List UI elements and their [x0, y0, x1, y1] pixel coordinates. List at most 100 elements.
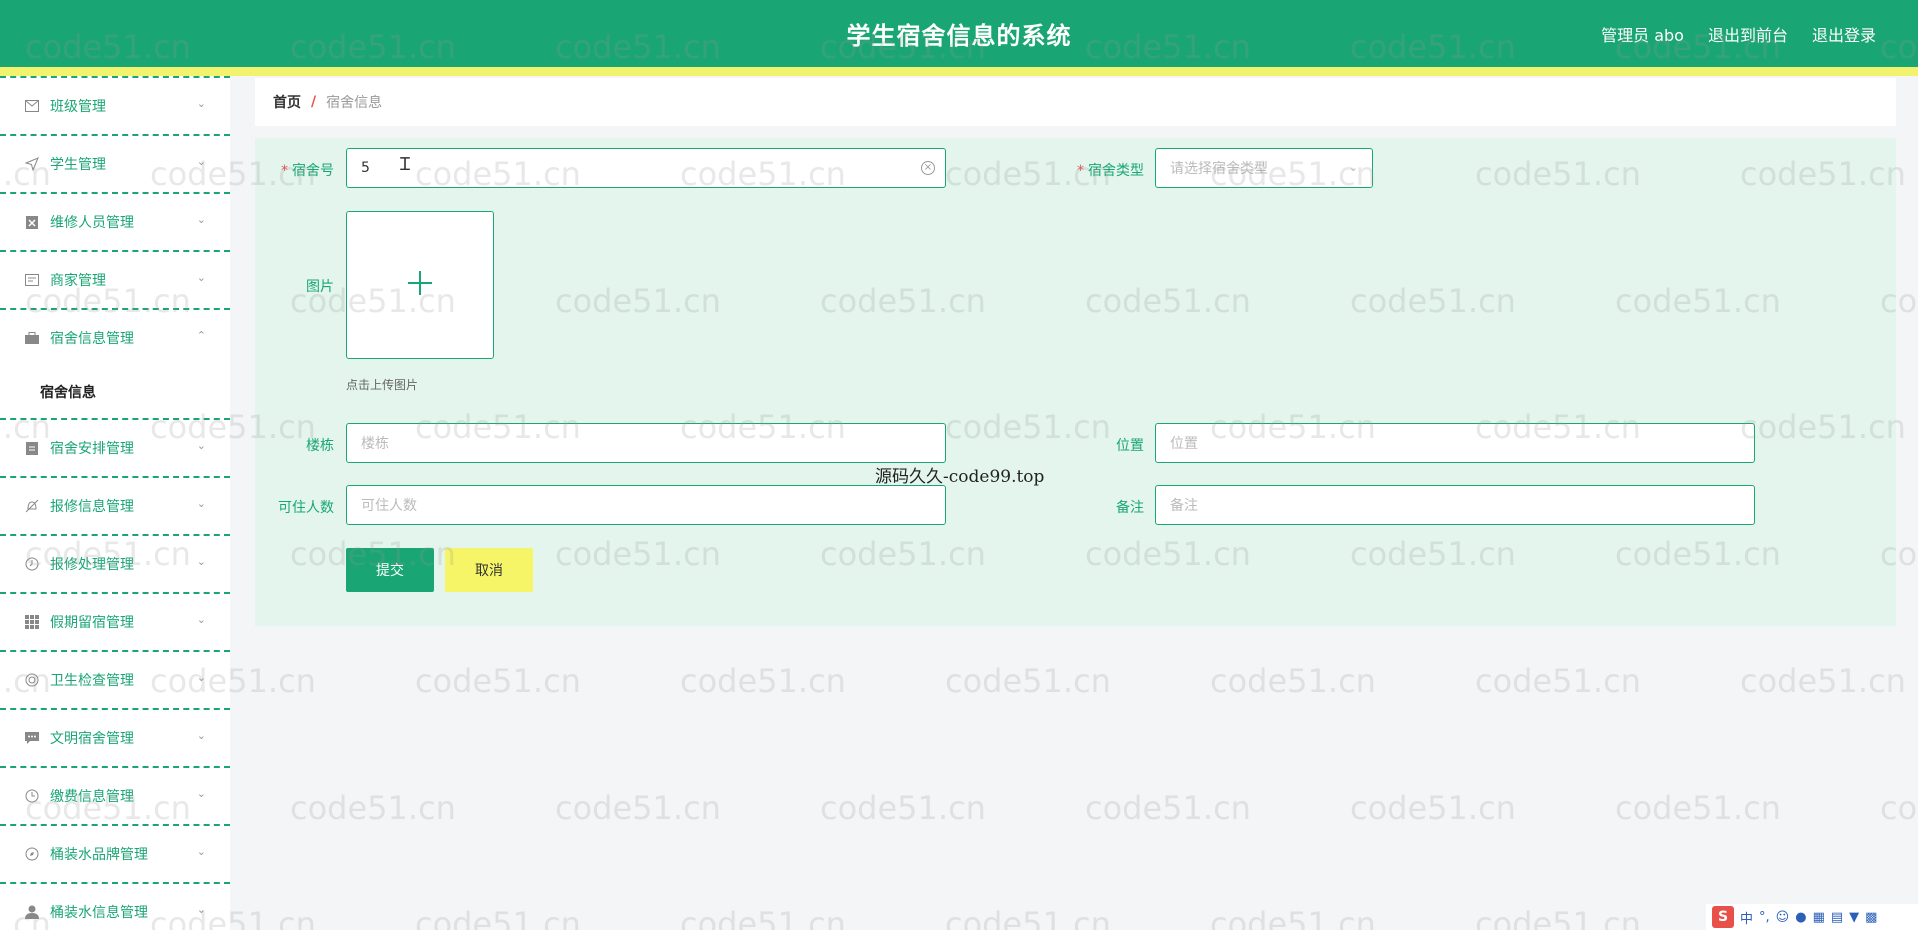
sidebar-item-repair-info[interactable]: 报修信息管理 ⌄	[0, 476, 230, 534]
submit-button[interactable]: 提交	[346, 548, 434, 592]
grid-icon	[24, 614, 40, 630]
chevron-down-icon: ⌄	[196, 555, 206, 568]
ime-tools-icon[interactable]: ▤	[1831, 910, 1843, 925]
sidebar-item-label: 卫生检查管理	[50, 673, 134, 689]
sidebar-item-dorm-arrange[interactable]: 宿舍安排管理 ⌄	[0, 418, 230, 476]
time-icon	[24, 788, 40, 804]
plus-icon	[407, 270, 433, 300]
chevron-down-icon: ⌄	[196, 787, 206, 800]
overlay-site-text: 源码久久-code99.top	[875, 467, 1045, 487]
chevron-down-icon: ⌄	[196, 845, 206, 858]
sidebar-item-student[interactable]: 学生管理 ⌄	[0, 134, 230, 192]
ime-skin-icon[interactable]: ▼	[1849, 910, 1859, 925]
building-label: 楼栋	[306, 438, 334, 454]
image-label: 图片	[306, 279, 334, 295]
room-no-value: 5	[361, 160, 370, 176]
watermark-text: code51.cn	[555, 789, 721, 827]
sidebar-item-label: 学生管理	[50, 157, 106, 173]
watermark-text: code51.cn	[1350, 789, 1516, 827]
briefcase-icon	[24, 330, 40, 346]
ime-punct-icon[interactable]: °,	[1759, 910, 1770, 925]
clear-icon[interactable]: ×	[921, 161, 935, 175]
building-input[interactable]: 楼栋	[346, 423, 946, 463]
ime-toolbar[interactable]: S 中 °, ☺ ● ▦ ▤ ▼ ▩	[1706, 904, 1918, 930]
watermark-text: code51.cn	[820, 789, 986, 827]
watermark-text: code51.cn	[290, 789, 456, 827]
room-type-placeholder: 请选择宿舍类型	[1170, 161, 1268, 177]
logout-link[interactable]: 退出登录	[1812, 22, 1876, 46]
sidebar-item-label: 班级管理	[50, 99, 106, 115]
header-stripe	[0, 67, 1918, 76]
chevron-down-icon: ⌄	[196, 271, 206, 284]
sidebar-item-holiday-stay[interactable]: 假期留宿管理 ⌄	[0, 592, 230, 650]
location-input[interactable]: 位置	[1155, 423, 1755, 463]
watermark-text: code51.cn	[415, 905, 581, 930]
sidebar-item-label: 桶装水信息管理	[50, 905, 148, 921]
sidebar-item-label: 假期留宿管理	[50, 615, 134, 631]
sidebar-item-payment[interactable]: 缴费信息管理 ⌄	[0, 766, 230, 824]
breadcrumb-home[interactable]: 首页	[273, 92, 301, 112]
remark-input[interactable]: 备注	[1155, 485, 1755, 525]
admin-user-label: 管理员 abo	[1601, 26, 1684, 45]
mail-icon	[24, 98, 40, 114]
clipboard-icon	[24, 440, 40, 456]
sidebar-item-repairman[interactable]: 维修人员管理 ⌄	[0, 192, 230, 250]
capacity-label: 可住人数	[278, 500, 334, 516]
sidebar-item-repair-handle[interactable]: 报修处理管理 ⌄	[0, 534, 230, 592]
watermark-text: code51.cn	[1085, 789, 1251, 827]
watermark-text: code51.cn	[415, 662, 581, 700]
chevron-down-icon: ⌄	[196, 903, 206, 916]
remark-label: 备注	[1116, 500, 1144, 516]
breadcrumb: 首页 / 宿舍信息	[255, 78, 1896, 126]
chevron-down-icon: ⌄	[196, 213, 206, 226]
circle-icon	[24, 672, 40, 688]
sidebar-item-label: 宿舍安排管理	[50, 441, 134, 457]
watermark-text: code51.cn	[1475, 662, 1641, 700]
sidebar-item-hygiene-check[interactable]: 卫生检查管理 ⌄	[0, 650, 230, 708]
watermark-text: code51.cn	[1210, 905, 1376, 930]
exit-to-front-link[interactable]: 退出到前台	[1708, 22, 1788, 46]
ime-logo-icon[interactable]: S	[1712, 906, 1734, 928]
chevron-down-icon: ⌄	[196, 155, 206, 168]
card-icon	[24, 272, 40, 288]
sidebar-item-dorm-info[interactable]: 宿舍信息管理 ⌃	[0, 308, 230, 366]
ime-grid-icon[interactable]: ▩	[1865, 910, 1877, 925]
room-type-select[interactable]: 请选择宿舍类型 ⌄	[1155, 148, 1373, 188]
sidebar-item-water-brand[interactable]: 桶装水品牌管理 ⌄	[0, 824, 230, 882]
compass-icon	[24, 846, 40, 862]
chevron-down-icon: ⌄	[196, 439, 206, 452]
sidebar-item-label: 商家管理	[50, 273, 106, 289]
building-placeholder: 楼栋	[361, 436, 389, 452]
header-links: 管理员 abo 退出到前台 退出登录	[1601, 22, 1876, 46]
cancel-button[interactable]: 取消	[445, 548, 533, 592]
ime-mic-icon[interactable]: ●	[1795, 910, 1806, 925]
capacity-input[interactable]: 可住人数	[346, 485, 946, 525]
sidebar-item-label: 报修处理管理	[50, 557, 134, 573]
watermark-text: code51.cn	[945, 662, 1111, 700]
sidebar-item-class[interactable]: 班级管理 ⌄	[0, 76, 230, 134]
ime-mode[interactable]: 中	[1740, 908, 1753, 927]
sidebar-item-label: 报修信息管理	[50, 499, 134, 515]
ime-keyboard-icon[interactable]: ▦	[1813, 910, 1825, 925]
sidebar-subitem-dorm-info[interactable]: 宿舍信息	[0, 366, 230, 418]
watermark-text: code51.cn	[945, 905, 1111, 930]
ime-emoji-icon[interactable]: ☺	[1776, 910, 1790, 925]
chevron-down-icon: ⌄	[196, 97, 206, 110]
room-no-input[interactable]: 5 ×	[346, 148, 946, 188]
watermark-text: code51.cn	[1740, 662, 1906, 700]
clipboard-x-icon	[24, 214, 40, 230]
sidebar-item-merchant[interactable]: 商家管理 ⌄	[0, 250, 230, 308]
chat-icon	[24, 730, 40, 746]
image-upload-box[interactable]	[346, 211, 494, 359]
chevron-down-icon: ⌄	[1348, 161, 1358, 174]
clock-icon	[24, 556, 40, 572]
upload-hint: 点击上传图片	[346, 378, 419, 392]
sidebar-item-label: 宿舍信息管理	[50, 331, 134, 347]
chevron-down-icon: ⌄	[196, 671, 206, 684]
watermark-text: code51.cn	[680, 662, 846, 700]
sidebar-item-water-info[interactable]: 桶装水信息管理 ⌄	[0, 882, 230, 930]
location-placeholder: 位置	[1170, 436, 1198, 452]
sidebar-item-civilized-dorm[interactable]: 文明宿舍管理 ⌄	[0, 708, 230, 766]
room-no-label: * 宿舍号	[281, 163, 334, 179]
chevron-down-icon: ⌄	[196, 497, 206, 510]
